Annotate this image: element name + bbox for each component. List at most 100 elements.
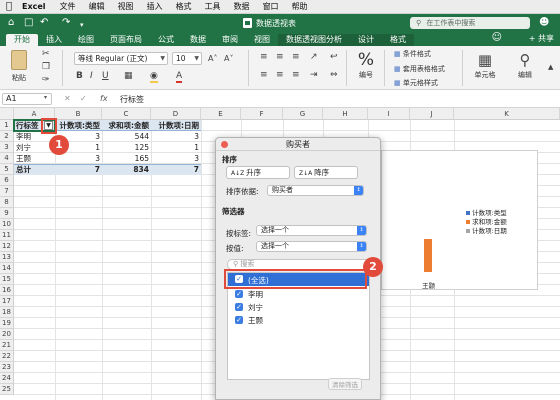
pivot-total-cell[interactable]: 7 <box>55 164 102 175</box>
row-header[interactable]: 10 <box>0 219 14 230</box>
edit-button[interactable]: ⚲ 编辑 <box>510 50 540 80</box>
increase-font-icon[interactable]: A˄ <box>208 54 217 64</box>
cut-icon[interactable]: ✂ <box>42 49 50 59</box>
item-label[interactable]: 李明 <box>248 289 263 300</box>
col-header-k[interactable]: K <box>454 108 560 120</box>
fx-icon[interactable]: fx <box>100 94 108 103</box>
apple-icon[interactable]:  <box>6 1 12 12</box>
menu-file[interactable]: 文件 <box>60 1 76 12</box>
row-header[interactable]: 17 <box>0 296 14 307</box>
col-header-d[interactable]: D <box>151 108 201 120</box>
orientation-icon[interactable]: ↗ <box>310 52 318 62</box>
clear-filter-button[interactable]: 清除筛选 <box>328 378 362 390</box>
menu-insert[interactable]: 插入 <box>147 1 163 12</box>
pivot-row-label[interactable]: 王颢 <box>14 153 55 164</box>
row-header[interactable]: 16 <box>0 285 14 296</box>
row-header[interactable]: 21 <box>0 340 14 351</box>
confirm-icon[interactable]: ✓ <box>80 94 87 103</box>
menu-data[interactable]: 数据 <box>234 1 250 12</box>
row-header[interactable]: 15 <box>0 274 14 285</box>
paste-button[interactable]: 粘贴 <box>8 50 30 83</box>
italic-icon[interactable]: I <box>90 71 93 81</box>
pivot-header-count-type[interactable]: 计数项:类型 <box>55 120 102 131</box>
item-checkbox[interactable]: ✓ <box>235 290 243 298</box>
close-icon[interactable] <box>221 141 228 148</box>
row-header[interactable]: 24 <box>0 373 14 384</box>
row-header[interactable]: 8 <box>0 197 14 208</box>
col-header-i[interactable]: I <box>368 108 410 120</box>
menu-tools[interactable]: 工具 <box>205 1 221 12</box>
row-header[interactable]: 4 <box>0 153 14 164</box>
by-value-select[interactable]: 选择一个 ↕ <box>256 241 367 252</box>
pivot-cell[interactable]: 3 <box>151 131 201 142</box>
by-label-select[interactable]: 选择一个 ↕ <box>256 225 367 236</box>
align-right-icon[interactable]: ≡ <box>292 70 300 80</box>
formula-content[interactable]: 行标签 <box>120 94 144 105</box>
tab-pivotchart-analyze[interactable]: 数据透视图分析 <box>278 34 350 46</box>
tab-formulas[interactable]: 公式 <box>150 34 182 46</box>
more-icon[interactable]: ▾ <box>80 19 84 31</box>
chevron-up-icon[interactable]: ▲ <box>548 62 553 72</box>
item-checkbox[interactable]: ✓ <box>235 316 243 324</box>
tab-design[interactable]: 设计 <box>350 34 382 46</box>
row-header[interactable]: 18 <box>0 307 14 318</box>
item-label[interactable]: 王颢 <box>248 315 263 326</box>
chart-legend[interactable]: 计数项:类型 求和项:金额 计数项:日期 <box>466 209 507 236</box>
align-left-icon[interactable]: ≡ <box>260 70 268 80</box>
menu-app-name[interactable]: Excel <box>22 2 46 11</box>
tab-draw[interactable]: 绘图 <box>70 34 102 46</box>
pivot-total-cell[interactable]: 7 <box>151 164 201 175</box>
font-size-select[interactable]: 10 ▼ <box>172 52 202 65</box>
row-header[interactable]: 1 <box>0 120 14 131</box>
col-header-b[interactable]: B <box>55 108 102 120</box>
pivot-cell[interactable]: 3 <box>151 153 201 164</box>
cell-style-button[interactable]: ▦ 单元格样式 <box>394 78 438 88</box>
home-icon[interactable]: ⌂ <box>8 17 14 29</box>
sort-ascending-button[interactable]: A↓Z 升序 <box>226 166 290 179</box>
copy-icon[interactable]: ❐ <box>42 62 50 72</box>
select-all-corner[interactable] <box>0 108 14 120</box>
cancel-icon[interactable]: ✕ <box>64 94 71 103</box>
row-header[interactable]: 11 <box>0 230 14 241</box>
tab-insert[interactable]: 插入 <box>38 34 70 46</box>
feedback-icon[interactable]: ☺ <box>492 32 502 43</box>
font-name-select[interactable]: 等线 Regular (正文) ▼ <box>74 52 168 65</box>
row-header[interactable]: 9 <box>0 208 14 219</box>
item-checkbox[interactable]: ✓ <box>235 303 243 311</box>
menu-window[interactable]: 窗口 <box>263 1 279 12</box>
tab-view[interactable]: 视图 <box>246 34 278 46</box>
row-header[interactable]: 19 <box>0 318 14 329</box>
cond-format-button[interactable]: ▦ 条件格式 <box>394 49 431 59</box>
item-label[interactable]: 刘宁 <box>248 302 263 313</box>
cells-button[interactable]: ▦ 单元格 <box>470 50 500 80</box>
chart-bar-amount[interactable] <box>424 239 432 272</box>
pivot-cell[interactable]: 544 <box>102 131 151 142</box>
wrap-text-icon[interactable]: ↩ <box>330 52 338 62</box>
col-header-e[interactable]: E <box>201 108 241 120</box>
align-center-icon[interactable]: ≡ <box>276 70 284 80</box>
pivot-total-label[interactable]: 总计 <box>14 164 55 175</box>
pivot-cell[interactable]: 1 <box>151 142 201 153</box>
col-header-c[interactable]: C <box>102 108 151 120</box>
bold-icon[interactable]: B <box>76 71 83 81</box>
row-header[interactable]: 22 <box>0 351 14 362</box>
tab-review[interactable]: 审阅 <box>214 34 246 46</box>
row-header[interactable]: 5 <box>0 164 14 175</box>
pivot-cell[interactable]: 165 <box>102 153 151 164</box>
underline-icon[interactable]: U <box>102 71 109 81</box>
align-bottom-icon[interactable]: ≡ <box>292 52 300 62</box>
table-format-button[interactable]: ▦ 套用表格格式 <box>394 64 445 74</box>
save-icon[interactable]: □ <box>24 17 33 29</box>
col-header-f[interactable]: F <box>241 108 283 120</box>
menu-view[interactable]: 视图 <box>118 1 134 12</box>
account-icon[interactable]: ☻ <box>539 17 549 29</box>
merge-icon[interactable]: ⇔ <box>330 70 338 80</box>
chevron-down-icon[interactable]: ▾ <box>44 94 47 101</box>
indent-icon[interactable]: ⇥ <box>310 70 318 80</box>
sheet-search-input[interactable]: ⚲ 在工作表中搜索 <box>410 17 530 29</box>
borders-icon[interactable]: ▦ <box>124 71 133 81</box>
sort-descending-button[interactable]: Z↓A 降序 <box>294 166 358 179</box>
row-header[interactable]: 23 <box>0 362 14 373</box>
share-button[interactable]: + 共享 <box>529 33 554 44</box>
redo-icon[interactable]: ↷ <box>62 17 70 29</box>
